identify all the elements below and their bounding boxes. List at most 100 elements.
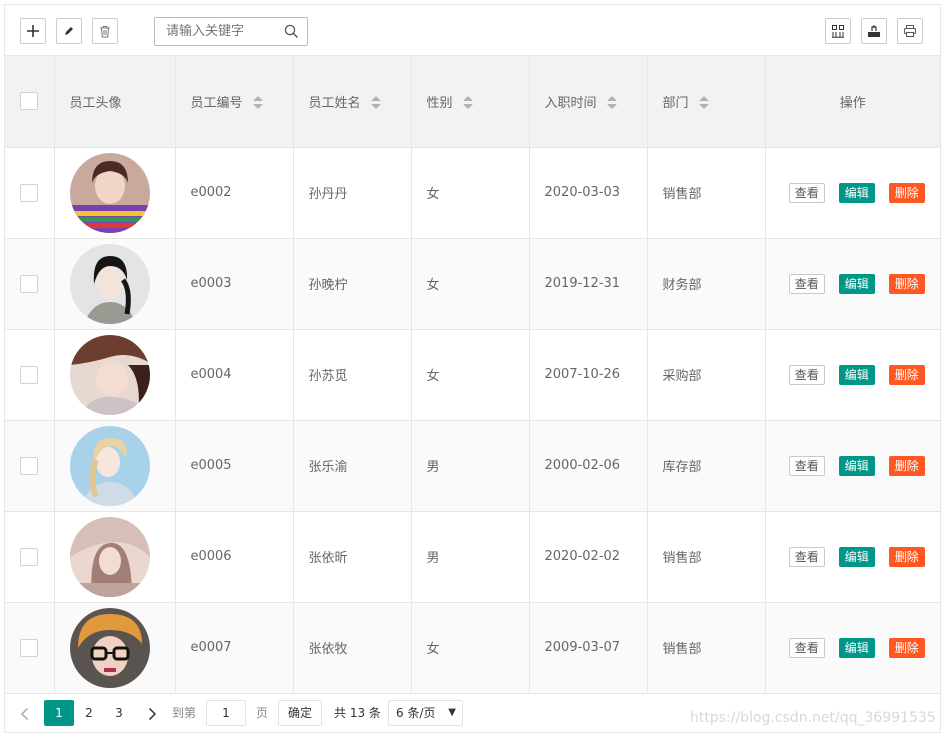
row-checkbox[interactable] xyxy=(20,365,38,384)
avatar xyxy=(69,334,150,415)
header-avatar-label: 员工头像 xyxy=(69,95,122,111)
next-page-icon[interactable] xyxy=(142,700,162,726)
employee-gender: 女 xyxy=(411,147,530,239)
watermark: https://blog.csdn.net/qq_36991535 xyxy=(690,710,936,726)
select-all-checkbox[interactable] xyxy=(20,92,38,111)
delete-button[interactable] xyxy=(92,18,118,44)
employee-hire-date: 2009-03-07 xyxy=(529,602,648,694)
edit-row-button[interactable]: 编辑 xyxy=(838,182,875,203)
avatar xyxy=(69,425,150,506)
avatar xyxy=(69,516,150,597)
actions-cell: 查看 编辑 删除 xyxy=(765,329,940,421)
employee-hire-date: 2020-02-02 xyxy=(529,511,648,603)
header-gender[interactable]: 性别 xyxy=(411,56,530,148)
delete-row-button[interactable]: 删除 xyxy=(888,273,925,294)
header-name[interactable]: 员工姓名 xyxy=(293,56,412,148)
header-id[interactable]: 员工编号 xyxy=(175,56,294,148)
edit-row-button[interactable]: 编辑 xyxy=(838,364,875,385)
employee-hire-date: 2020-03-03 xyxy=(529,147,648,239)
header-dept[interactable]: 部门 xyxy=(647,56,766,148)
row-checkbox-cell xyxy=(5,602,55,694)
column-filter-button[interactable] xyxy=(825,18,851,44)
table-row: e0003 孙晚柠 女 2019-12-31 财务部 查看 编辑 删除 xyxy=(5,238,940,330)
employee-dept: 销售部 xyxy=(647,147,766,239)
row-checkbox[interactable] xyxy=(20,183,38,202)
employee-name: 孙丹丹 xyxy=(293,147,412,239)
edit-row-button[interactable]: 编辑 xyxy=(838,273,875,294)
edit-row-button[interactable]: 编辑 xyxy=(838,455,875,476)
employee-id: e0005 xyxy=(175,420,294,512)
header-actions-label: 操作 xyxy=(839,95,866,111)
sort-icon[interactable] xyxy=(462,96,473,110)
header-dept-label: 部门 xyxy=(662,95,689,111)
row-checkbox-cell xyxy=(5,238,55,330)
edit-row-button[interactable]: 编辑 xyxy=(838,546,875,567)
avatar-cell xyxy=(54,511,176,603)
actions-cell: 查看 编辑 删除 xyxy=(765,238,940,330)
page-size-select[interactable]: 6 条/页 ▼ xyxy=(388,700,463,726)
view-button[interactable]: 查看 xyxy=(788,637,825,658)
search-input[interactable] xyxy=(156,19,276,44)
table-row: e0005 张乐渝 男 2000-02-06 库存部 查看 编辑 删除 xyxy=(5,420,940,512)
employee-id: e0007 xyxy=(175,602,294,694)
header-avatar: 员工头像 xyxy=(54,56,176,148)
view-button[interactable]: 查看 xyxy=(788,273,825,294)
table-row: e0006 张依昕 男 2020-02-02 销售部 查看 编辑 删除 xyxy=(5,511,940,603)
page-2[interactable]: 2 xyxy=(74,700,104,726)
header-hire-date[interactable]: 入职时间 xyxy=(529,56,648,148)
employee-name: 孙苏觅 xyxy=(293,329,412,421)
row-checkbox[interactable] xyxy=(20,456,38,475)
edit-button[interactable] xyxy=(56,18,82,44)
employee-dept: 库存部 xyxy=(647,420,766,512)
search-icon[interactable] xyxy=(284,24,299,39)
avatar-cell xyxy=(54,602,176,694)
view-button[interactable]: 查看 xyxy=(788,182,825,203)
print-button[interactable] xyxy=(897,18,923,44)
goto-confirm-button[interactable]: 确定 xyxy=(278,700,323,726)
employee-hire-date: 2000-02-06 xyxy=(529,420,648,512)
sort-icon[interactable] xyxy=(370,96,381,110)
employee-name: 张乐渝 xyxy=(293,420,412,512)
delete-row-button[interactable]: 删除 xyxy=(888,637,925,658)
sort-icon[interactable] xyxy=(698,96,709,110)
row-checkbox[interactable] xyxy=(20,547,38,566)
columns-icon xyxy=(832,25,844,38)
page-1[interactable]: 1 xyxy=(44,700,74,726)
sort-icon[interactable] xyxy=(252,96,263,110)
delete-row-button[interactable]: 删除 xyxy=(888,182,925,203)
export-button[interactable] xyxy=(861,18,887,44)
row-checkbox-cell xyxy=(5,329,55,421)
goto-prefix: 到第 xyxy=(172,706,197,720)
data-table-panel: 员工头像 员工编号 员工姓名 性别 入职时间 部门 操作 e0002 孙丹丹 xyxy=(4,4,941,733)
avatar-cell xyxy=(54,147,176,239)
row-checkbox[interactable] xyxy=(20,638,38,657)
row-checkbox[interactable] xyxy=(20,274,38,293)
delete-row-button[interactable]: 删除 xyxy=(888,546,925,567)
actions-cell: 查看 编辑 删除 xyxy=(765,147,940,239)
goto-page-input[interactable] xyxy=(206,700,246,726)
employee-id: e0004 xyxy=(175,329,294,421)
employee-table: 员工头像 员工编号 员工姓名 性别 入职时间 部门 操作 e0002 孙丹丹 女… xyxy=(5,56,940,694)
add-button[interactable] xyxy=(20,18,46,44)
actions-cell: 查看 编辑 删除 xyxy=(765,602,940,694)
header-hire-date-label: 入职时间 xyxy=(544,95,597,111)
view-button[interactable]: 查看 xyxy=(788,546,825,567)
header-id-label: 员工编号 xyxy=(190,95,243,111)
export-icon xyxy=(868,25,880,37)
table-row: e0007 张依牧 女 2009-03-07 销售部 查看 编辑 删除 xyxy=(5,602,940,694)
view-button[interactable]: 查看 xyxy=(788,455,825,476)
prev-page-icon[interactable] xyxy=(15,700,35,726)
pencil-icon xyxy=(65,27,73,35)
actions-cell: 查看 编辑 删除 xyxy=(765,420,940,512)
page-size-value: 6 条/页 xyxy=(396,706,436,720)
page-3[interactable]: 3 xyxy=(104,700,134,726)
delete-row-button[interactable]: 删除 xyxy=(888,364,925,385)
table-row: e0002 孙丹丹 女 2020-03-03 销售部 查看 编辑 删除 xyxy=(5,147,940,239)
avatar-cell xyxy=(54,238,176,330)
sort-icon[interactable] xyxy=(606,96,617,110)
edit-row-button[interactable]: 编辑 xyxy=(838,637,875,658)
delete-row-button[interactable]: 删除 xyxy=(888,455,925,476)
table-header-row: 员工头像 员工编号 员工姓名 性别 入职时间 部门 操作 xyxy=(5,56,940,148)
view-button[interactable]: 查看 xyxy=(788,364,825,385)
header-checkbox-cell xyxy=(5,56,55,148)
